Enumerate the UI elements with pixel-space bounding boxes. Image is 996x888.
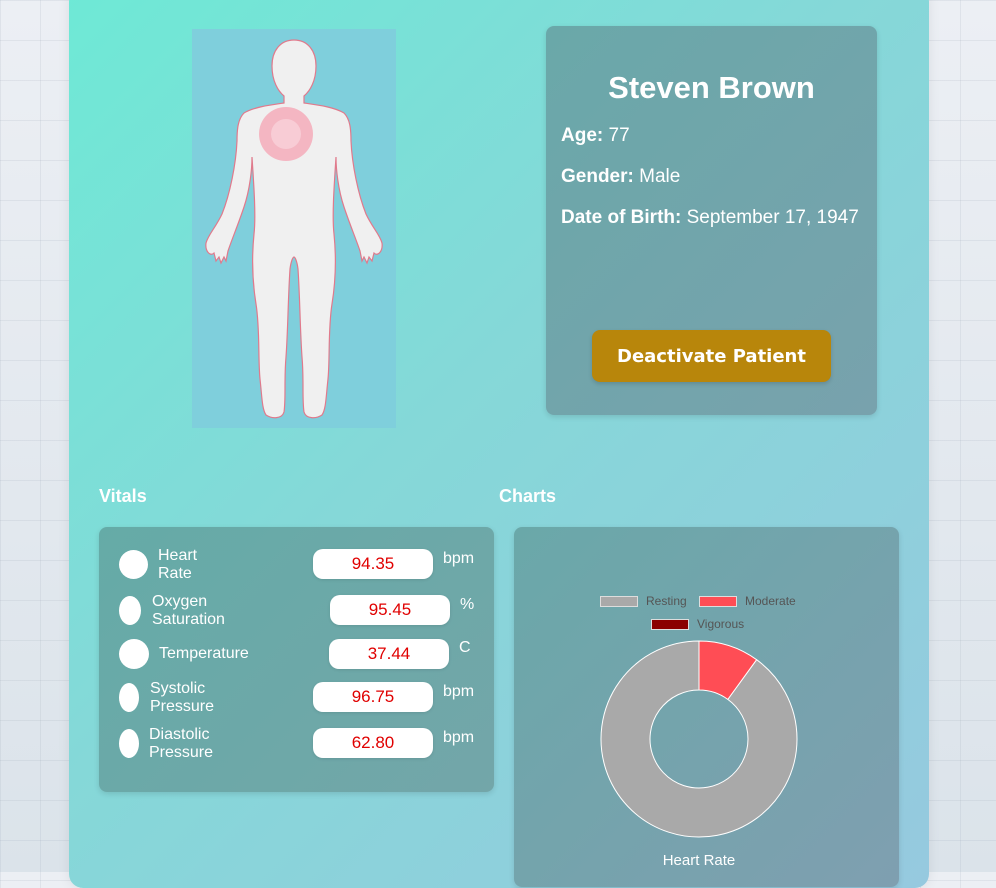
vital-value: 94.35 — [313, 549, 433, 579]
vital-indicator — [119, 639, 149, 669]
patient-age: Age: 77 — [561, 125, 630, 147]
age-label: Age: — [561, 125, 604, 146]
age-value: 77 — [608, 125, 630, 146]
charts-heading: Charts — [499, 486, 557, 506]
heart-rate-doughnut-chart — [600, 640, 798, 838]
body-diagram — [192, 29, 396, 428]
body-silhouette — [192, 29, 396, 428]
charts-panel: Resting Moderate Vigorous Heart Rate — [514, 527, 899, 887]
vital-unit: C — [459, 639, 471, 656]
vital-value: 95.45 — [330, 595, 450, 625]
vital-row-oxygen-saturation: Oxygen Saturation 95.45 % — [99, 593, 494, 639]
vital-row-heart-rate: Heart Rate 94.35 bpm — [99, 547, 494, 593]
legend-swatch — [651, 619, 689, 630]
vital-unit: bpm — [443, 729, 475, 746]
legend-label: Resting — [646, 594, 687, 608]
vitals-panel: Heart Rate 94.35 bpm Oxygen Saturation 9… — [99, 527, 494, 792]
patient-dob: Date of Birth: September 17, 1947 — [561, 207, 859, 229]
dob-label: Date of Birth: — [561, 207, 682, 228]
gender-value: Male — [639, 166, 681, 187]
vital-value: 62.80 — [313, 728, 433, 758]
vital-indicator — [119, 683, 139, 712]
vital-label: Heart Rate — [158, 547, 198, 582]
patient-gender: Gender: Male — [561, 166, 680, 188]
vital-indicator — [119, 596, 141, 625]
vital-unit: % — [460, 596, 475, 613]
vital-unit: bpm — [443, 550, 475, 567]
legend-swatch — [699, 596, 737, 607]
legend-swatch — [600, 596, 638, 607]
chart-title: Heart Rate — [662, 852, 736, 869]
vital-value: 96.75 — [313, 682, 433, 712]
vital-indicator — [119, 729, 139, 758]
dob-value: September 17, 1947 — [686, 207, 859, 228]
vital-unit: bpm — [443, 683, 475, 700]
vital-row-systolic-pressure: Systolic Pressure 96.75 bpm — [99, 680, 494, 726]
legend-label: Vigorous — [697, 617, 745, 631]
vital-value: 37.44 — [329, 639, 449, 669]
vitals-heading: Vitals — [99, 486, 147, 506]
deactivate-patient-button[interactable]: Deactivate Patient — [592, 330, 831, 382]
gender-label: Gender: — [561, 166, 634, 187]
vital-label: Oxygen Saturation — [152, 593, 225, 628]
patient-name: Steven Brown — [608, 70, 815, 105]
vital-row-diastolic-pressure: Diastolic Pressure 62.80 bpm — [99, 726, 494, 772]
vital-label: Temperature — [159, 645, 249, 662]
patient-info-panel: Steven Brown Age: 77 Gender: Male Date o… — [546, 26, 877, 415]
vital-row-temperature: Temperature 37.44 C — [99, 637, 494, 683]
vital-label: Systolic Pressure — [150, 680, 215, 715]
vital-indicator — [119, 550, 148, 579]
vital-label: Diastolic Pressure — [149, 726, 214, 761]
legend-label: Moderate — [745, 594, 796, 608]
